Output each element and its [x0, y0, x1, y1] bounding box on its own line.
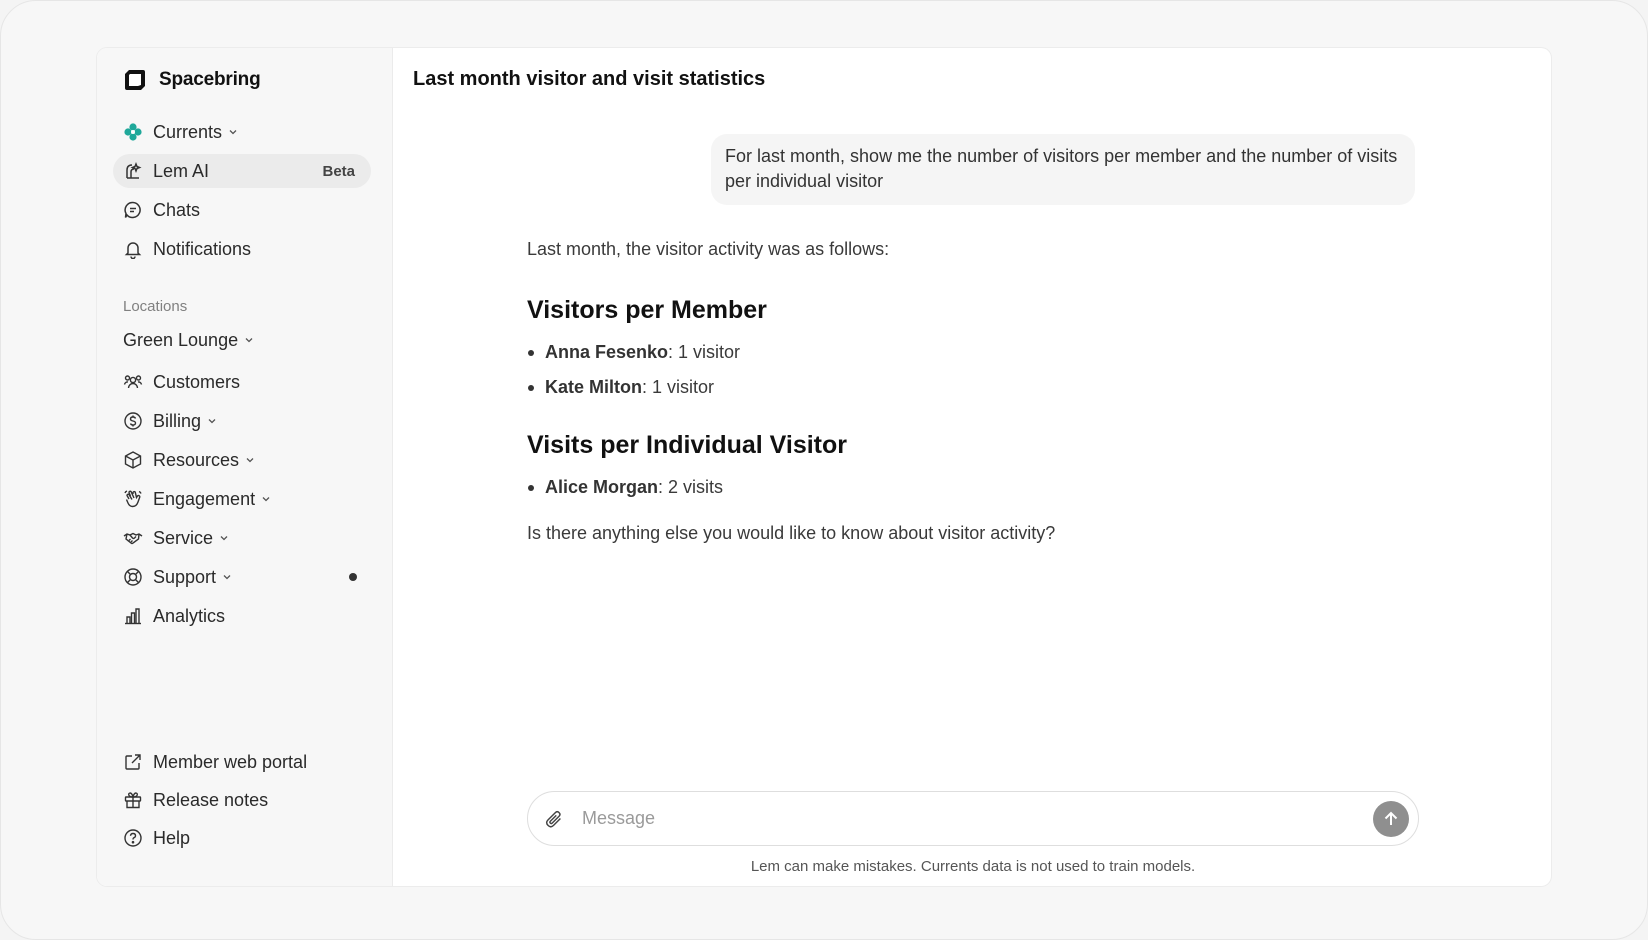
- nav-support[interactable]: Support: [113, 560, 371, 594]
- chat-icon: [123, 200, 143, 220]
- nav-label: Lem AI: [153, 160, 210, 181]
- list-item: Kate Milton: 1 visitor: [527, 374, 1407, 400]
- send-button[interactable]: [1373, 800, 1409, 837]
- section-heading-visits-per-visitor: Visits per Individual Visitor: [527, 431, 848, 459]
- billing-icon: [123, 411, 143, 431]
- nav-label: Customers: [153, 371, 241, 392]
- nav-billing[interactable]: Billing: [113, 404, 371, 438]
- assistant-reply: Last month, the visitor activity was as …: [527, 236, 1407, 546]
- chevron-down-icon: [228, 127, 238, 137]
- member-value: : 1 visitor: [668, 342, 741, 362]
- external-link-icon: [123, 752, 143, 772]
- bell-icon: [123, 239, 143, 259]
- chevron-down-icon: [222, 572, 232, 582]
- handshake-icon: [123, 528, 143, 548]
- sidebar: Spacebring Currents Lem AI Beta Chats No…: [97, 48, 393, 886]
- nav-label: Chats: [153, 199, 201, 220]
- nav-label: Engagement: [153, 488, 256, 509]
- nav-label: Currents: [153, 121, 223, 142]
- section-heading-visitors-per-member: Visitors per Member: [527, 296, 767, 324]
- visitors-per-member-list: Anna Fesenko: 1 visitor Kate Milton: 1 v…: [527, 339, 1407, 400]
- reply-outro: Is there anything else you would like to…: [527, 523, 1056, 543]
- message-composer: [527, 791, 1419, 846]
- help-circle-icon: [123, 828, 143, 848]
- spacebring-logo-icon: [125, 70, 145, 90]
- chat-main: Last month visitor and visit statistics …: [393, 48, 1551, 886]
- page-title: Last month visitor and visit statistics: [413, 68, 766, 90]
- list-item: Alice Morgan: 2 visits: [527, 474, 1407, 500]
- gift-icon: [123, 790, 143, 810]
- user-message-bubble: For last month, show me the number of vi…: [711, 134, 1415, 205]
- arrow-up-icon: [1384, 811, 1398, 825]
- nav-lem-ai[interactable]: Lem AI Beta: [113, 154, 371, 188]
- wave-hand-icon: [123, 489, 143, 509]
- nav-customers[interactable]: Customers: [113, 365, 371, 399]
- nav-label: Service: [153, 527, 214, 548]
- lifebuoy-icon: [123, 567, 143, 587]
- nav-resources[interactable]: Resources: [113, 443, 371, 477]
- nav-label: Resources: [153, 449, 240, 470]
- member-name: Anna Fesenko: [545, 342, 669, 362]
- cube-icon: [123, 450, 143, 470]
- chevron-down-icon: [245, 455, 255, 465]
- currents-icon: [123, 122, 143, 142]
- unread-dot: [349, 573, 357, 581]
- nav-label: Support: [153, 566, 217, 587]
- list-item: Anna Fesenko: 1 visitor: [527, 339, 1407, 365]
- nav-label: Member web portal: [153, 751, 308, 772]
- nav-analytics[interactable]: Analytics: [113, 599, 371, 633]
- brand[interactable]: Spacebring: [123, 66, 261, 94]
- nav-currents[interactable]: Currents: [113, 115, 371, 149]
- nav-release-notes[interactable]: Release notes: [113, 783, 371, 817]
- chevron-down-icon: [261, 494, 271, 504]
- visitor-name: Alice Morgan: [545, 477, 659, 497]
- nav-member-web-portal[interactable]: Member web portal: [113, 745, 371, 779]
- location-select[interactable]: Green Lounge: [123, 326, 254, 354]
- nav-label: Analytics: [153, 605, 226, 626]
- nav-chats[interactable]: Chats: [113, 193, 371, 227]
- nav-label: Release notes: [153, 789, 269, 810]
- locations-label: Locations: [123, 298, 188, 315]
- visitor-value: : 2 visits: [658, 477, 724, 497]
- lem-ai-icon: [123, 161, 143, 181]
- app-window: Spacebring Currents Lem AI Beta Chats No…: [97, 48, 1551, 886]
- nav-notifications[interactable]: Notifications: [113, 232, 371, 266]
- chevron-down-icon: [244, 335, 254, 345]
- chevron-down-icon: [219, 533, 229, 543]
- customers-icon: [123, 372, 143, 392]
- member-name: Kate Milton: [545, 377, 642, 397]
- nav-help[interactable]: Help: [113, 821, 371, 855]
- nav-engagement[interactable]: Engagement: [113, 482, 371, 516]
- nav-label: Notifications: [153, 238, 252, 259]
- bar-chart-icon: [123, 606, 143, 626]
- visits-per-visitor-list: Alice Morgan: 2 visits: [527, 474, 1407, 500]
- brand-name: Spacebring: [159, 69, 261, 90]
- location-selected: Green Lounge: [123, 329, 239, 350]
- reply-intro: Last month, the visitor activity was as …: [527, 239, 890, 259]
- beta-badge: Beta: [322, 162, 355, 180]
- nav-label: Billing: [153, 410, 202, 431]
- chevron-down-icon: [207, 416, 217, 426]
- disclaimer-text: Lem can make mistakes. Currents data is …: [750, 858, 1196, 875]
- message-input[interactable]: [582, 798, 1373, 839]
- paperclip-icon[interactable]: [542, 807, 566, 831]
- member-value: : 1 visitor: [642, 377, 715, 397]
- nav-service[interactable]: Service: [113, 521, 371, 555]
- nav-label: Help: [153, 827, 191, 848]
